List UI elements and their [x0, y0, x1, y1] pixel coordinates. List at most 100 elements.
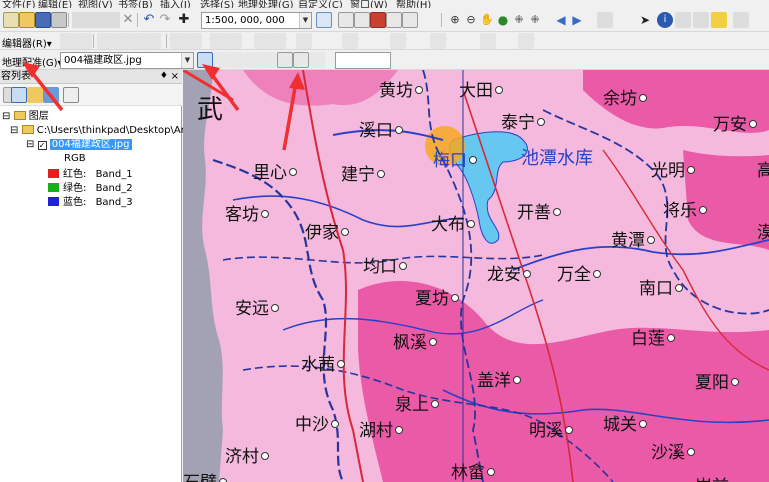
python-window-icon[interactable] — [386, 12, 402, 28]
close-icon[interactable]: × — [171, 70, 179, 83]
trace-icon[interactable] — [129, 33, 145, 49]
georeferencing-menu-button[interactable]: 地理配准(G)▾ — [2, 54, 63, 69]
map-city-label: 白莲 — [631, 329, 665, 349]
list-by-selection-icon[interactable] — [43, 87, 59, 103]
editor-toolbar-icon[interactable] — [316, 12, 332, 28]
menu-item[interactable]: 自定义(C) — [298, 0, 343, 8]
table-of-contents-icon[interactable] — [338, 12, 354, 28]
save-icon[interactable] — [35, 12, 51, 28]
new-document-icon[interactable] — [3, 12, 19, 28]
view-link-table-icon[interactable] — [293, 52, 309, 68]
map-city-marker — [699, 206, 707, 214]
zoom-to-link-icon[interactable] — [229, 52, 245, 68]
editor-menu-button[interactable]: 编辑器(R)▾ — [2, 35, 52, 50]
select-link-icon[interactable] — [213, 52, 229, 68]
band-name: Band_3 — [95, 197, 133, 208]
list-by-source-icon[interactable] — [11, 87, 27, 103]
full-extent-icon[interactable]: ● — [495, 12, 511, 28]
menu-item[interactable]: 地理处理(G) — [238, 0, 294, 8]
open-folder-icon[interactable] — [19, 12, 35, 28]
fixed-zoom-in-icon[interactable]: ⁜ — [511, 12, 527, 28]
topology-icon[interactable] — [270, 33, 286, 49]
menu-item[interactable]: 窗口(W) — [350, 0, 388, 8]
visibility-checkbox[interactable]: ✓ — [37, 141, 47, 150]
pan-icon[interactable]: ✋ — [479, 12, 495, 28]
menu-item[interactable]: 编辑(E) — [38, 0, 72, 8]
identify-icon[interactable]: i — [657, 12, 673, 28]
collapse-icon[interactable]: ⊟ — [26, 139, 34, 150]
layers-group[interactable]: ⊟ 图层 — [2, 110, 49, 123]
edit-tool-icon[interactable] — [60, 33, 76, 49]
map-view[interactable]: 黄坊 大田 余坊 溪口 泰宁 万安 武梅口 里心 建宁 光明 高客坊 开善 将乐 伊家 大布 黄潭 漠均口 龙安 万… — [183, 70, 769, 482]
redo-icon[interactable]: ↷ — [157, 12, 173, 28]
snapping-icon[interactable] — [296, 33, 312, 49]
chevron-down-icon[interactable]: ▼ — [181, 53, 193, 68]
delete-link-icon[interactable] — [245, 52, 261, 68]
point-icon[interactable] — [145, 33, 161, 49]
versioning-icon[interactable] — [430, 33, 446, 49]
advanced-edit-icon[interactable] — [342, 33, 358, 49]
menu-item[interactable]: 书签(B) — [118, 0, 153, 8]
list-by-visibility-icon[interactable] — [27, 87, 43, 103]
menu-item[interactable]: 帮助(H) — [396, 0, 431, 8]
fixed-zoom-out-icon[interactable]: ⁜ — [527, 12, 543, 28]
delete-icon[interactable]: ✕ — [120, 12, 136, 28]
pin-icon[interactable]: ♦ — [160, 70, 168, 83]
model-builder-icon[interactable] — [402, 12, 418, 28]
sketch-properties-icon[interactable] — [226, 33, 242, 49]
viewer-icon[interactable] — [277, 52, 293, 68]
zoom-out-icon[interactable]: ⊖ — [463, 12, 479, 28]
map-city-label: 湖村 — [359, 421, 393, 441]
forward-extent-icon[interactable]: ▶ — [569, 12, 585, 28]
georef-layer-combobox[interactable]: 004福建政区.jpg ▼ — [60, 52, 194, 69]
menu-item[interactable]: 插入(I) — [160, 0, 191, 8]
html-popup-icon[interactable] — [733, 12, 749, 28]
hyperlink-icon[interactable] — [711, 12, 727, 28]
select-features-icon[interactable] — [597, 12, 613, 28]
collapse-icon[interactable]: ⊟ — [10, 125, 18, 136]
raster-layer-item[interactable]: ⊟ ✓ 004福建政区.jpg — [26, 138, 132, 151]
source-folder[interactable]: ⊟ C:\Users\thinkpad\Desktop\ArcG — [10, 124, 198, 137]
undo-icon[interactable]: ↶ — [141, 12, 157, 28]
straight-segment-icon[interactable] — [97, 33, 113, 49]
catalog-icon[interactable] — [354, 12, 370, 28]
options-icon[interactable] — [63, 87, 79, 103]
layer-name[interactable]: 004福建政区.jpg — [49, 139, 132, 150]
attributes-icon[interactable] — [210, 33, 226, 49]
create-features-icon[interactable] — [254, 33, 270, 49]
collapse-icon[interactable]: ⊟ — [2, 111, 10, 122]
map-city-label: 高 — [757, 161, 769, 181]
select-elements-icon[interactable]: ➤ — [637, 12, 653, 28]
split-icon[interactable] — [170, 33, 186, 49]
find-icon[interactable] — [675, 12, 691, 28]
end-point-arc-icon[interactable] — [113, 33, 129, 49]
toc-title: 容列表 — [1, 71, 31, 82]
add-data-icon[interactable]: ✚ — [176, 12, 192, 28]
arctoolbox-icon[interactable] — [370, 12, 386, 28]
copy-icon[interactable] — [88, 12, 104, 28]
measure-icon[interactable] — [693, 12, 709, 28]
menu-item[interactable]: 文件(F) — [2, 0, 36, 8]
auto-registration-icon[interactable] — [261, 52, 277, 68]
edit-annotation-icon[interactable] — [76, 33, 92, 49]
zoom-in-icon[interactable]: ⊕ — [447, 12, 463, 28]
add-control-points-icon[interactable] — [197, 52, 213, 68]
scale-combobox[interactable]: 1:500, 000, 000 ▼ — [201, 12, 312, 29]
menu-item[interactable]: 视图(V) — [78, 0, 113, 8]
rgb-label: RGB — [64, 153, 86, 164]
rotate-angle-input[interactable] — [335, 52, 391, 69]
paste-icon[interactable] — [104, 12, 120, 28]
back-extent-icon[interactable]: ◀ — [553, 12, 569, 28]
rotate-icon[interactable] — [186, 33, 202, 49]
parcel-icon[interactable] — [480, 33, 496, 49]
rotate-tool-icon[interactable] — [309, 52, 325, 68]
scale-value: 1:500, 000, 000 — [205, 15, 285, 26]
chevron-down-icon[interactable]: ▼ — [299, 13, 311, 28]
spatial-adjust-icon[interactable] — [390, 33, 406, 49]
menu-bar: 文件(F) 编辑(E) 视图(V) 书签(B) 插入(I) 选择(S) 地理处理(G) 自定义… — [0, 0, 769, 8]
cut-icon[interactable] — [72, 12, 88, 28]
cogo-icon[interactable] — [518, 33, 534, 49]
map-city-marker — [565, 426, 573, 434]
print-icon[interactable] — [51, 12, 67, 28]
menu-item[interactable]: 选择(S) — [200, 0, 234, 8]
